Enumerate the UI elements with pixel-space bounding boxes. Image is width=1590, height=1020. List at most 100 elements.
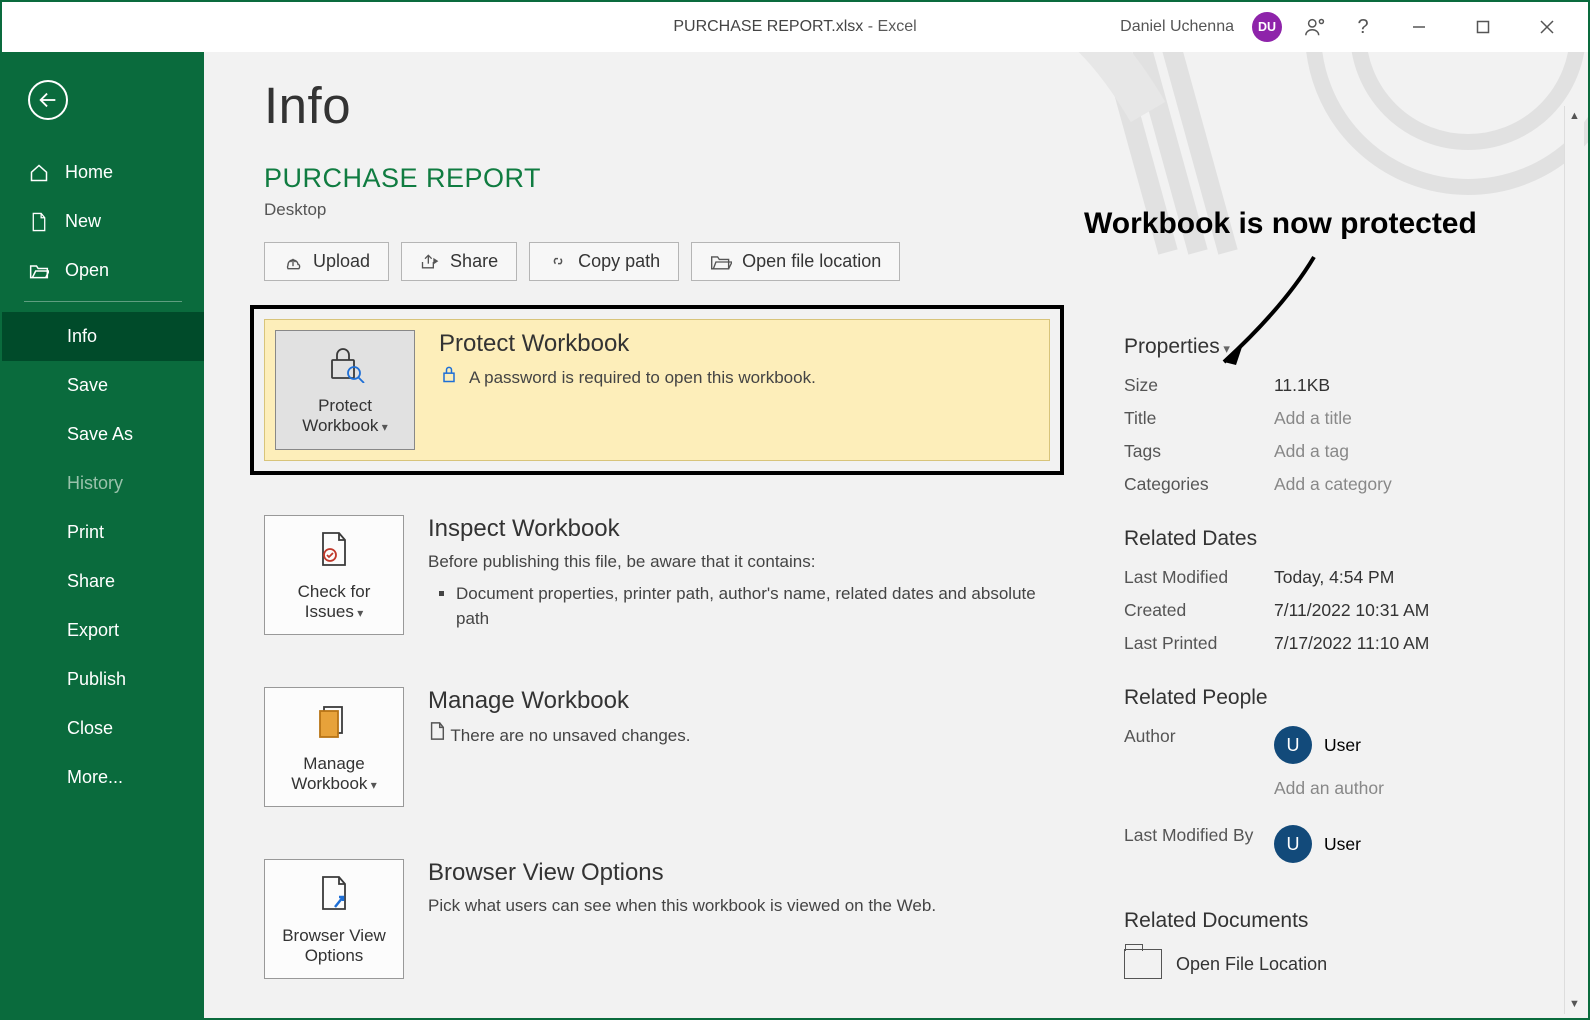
sidebar-item-home[interactable]: Home bbox=[2, 148, 204, 197]
last-printed-label: Last Printed bbox=[1124, 633, 1274, 654]
sidebar-item-save-as[interactable]: Save As bbox=[2, 410, 204, 459]
sidebar-item-history[interactable]: History bbox=[2, 459, 204, 508]
sidebar-item-more[interactable]: More... bbox=[2, 753, 204, 802]
sidebar-item-open[interactable]: Open bbox=[2, 246, 204, 295]
open-file-location-button[interactable]: Open file location bbox=[691, 242, 900, 281]
page-title: Info bbox=[264, 76, 1538, 135]
browser-view-options-button[interactable]: Browser View Options bbox=[264, 859, 404, 979]
folder-icon bbox=[1124, 949, 1162, 979]
sidebar-item-save[interactable]: Save bbox=[2, 361, 204, 410]
scroll-down-button[interactable]: ▼ bbox=[1565, 994, 1584, 1014]
manage-workbook-button[interactable]: Manage Workbook bbox=[264, 687, 404, 807]
modifier-name: User bbox=[1324, 834, 1361, 855]
sidebar-item-info[interactable]: Info bbox=[2, 312, 204, 361]
browser-view-description: Pick what users can see when this workbo… bbox=[428, 893, 1064, 919]
browser-view-title: Browser View Options bbox=[428, 859, 1064, 887]
title-bar: PURCHASE REPORT.xlsx - Excel Daniel Uche… bbox=[2, 2, 1588, 52]
inspect-section: Check for Issues Inspect Workbook Before… bbox=[264, 515, 1064, 635]
inspect-icon bbox=[315, 529, 353, 574]
browser-view-icon bbox=[315, 873, 353, 918]
last-modified-label: Last Modified bbox=[1124, 567, 1274, 588]
last-modified-by-label: Last Modified By bbox=[1124, 825, 1274, 877]
annotation-text: Workbook is now protected bbox=[1084, 207, 1477, 241]
account-manager-icon[interactable] bbox=[1300, 12, 1330, 42]
lock-icon bbox=[439, 364, 459, 392]
inspect-title: Inspect Workbook bbox=[428, 515, 1064, 543]
author-label: Author bbox=[1124, 726, 1274, 821]
last-modified-by-row[interactable]: U User bbox=[1274, 825, 1464, 863]
prop-tags-input[interactable]: Add a tag bbox=[1274, 441, 1464, 462]
folder-open-icon bbox=[710, 253, 732, 271]
related-documents-header: Related Documents bbox=[1124, 909, 1464, 933]
related-people-header: Related People bbox=[1124, 686, 1464, 710]
info-pane: Info PURCHASE REPORT Desktop Upload Shar… bbox=[204, 52, 1588, 1018]
add-author-input[interactable]: Add an author bbox=[1274, 778, 1464, 799]
sidebar-item-print[interactable]: Print bbox=[2, 508, 204, 557]
title-bar-title: PURCHASE REPORT.xlsx - Excel bbox=[673, 18, 916, 36]
excel-backstage-window: PURCHASE REPORT.xlsx - Excel Daniel Uche… bbox=[0, 0, 1590, 1020]
sidebar-separator bbox=[24, 301, 182, 302]
check-for-issues-button[interactable]: Check for Issues bbox=[264, 515, 404, 635]
dates-grid: Last Modified Today, 4:54 PM Created 7/1… bbox=[1124, 567, 1464, 654]
copy-path-button[interactable]: Copy path bbox=[529, 242, 679, 281]
manage-description: There are no unsaved changes. bbox=[450, 726, 690, 745]
scroll-up-button[interactable]: ▲ bbox=[1565, 106, 1584, 126]
close-window-button[interactable] bbox=[1524, 10, 1570, 44]
signed-in-user[interactable]: Daniel Uchenna bbox=[1120, 18, 1234, 36]
prop-title-label: Title bbox=[1124, 408, 1274, 429]
version-history-icon bbox=[428, 726, 446, 745]
related-dates-header: Related Dates bbox=[1124, 527, 1464, 551]
title-appname: Excel bbox=[878, 18, 917, 35]
help-icon[interactable]: ? bbox=[1348, 12, 1378, 42]
browser-view-section: Browser View Options Browser View Option… bbox=[264, 859, 1064, 979]
open-folder-icon bbox=[28, 262, 50, 280]
properties-header[interactable]: Properties bbox=[1124, 335, 1464, 359]
author-name: User bbox=[1324, 735, 1361, 756]
vertical-scrollbar[interactable]: ▲ ▼ bbox=[1564, 106, 1584, 1014]
prop-size-value: 11.1KB bbox=[1274, 375, 1464, 396]
annotation-highlight-frame: Protect Workbook Protect Workbook A pass… bbox=[250, 305, 1064, 475]
maximize-button[interactable] bbox=[1460, 10, 1506, 44]
sidebar-item-share[interactable]: Share bbox=[2, 557, 204, 606]
inspect-bullet-1: Document properties, printer path, autho… bbox=[456, 581, 1064, 632]
sidebar-item-close[interactable]: Close bbox=[2, 704, 204, 753]
new-file-icon bbox=[28, 212, 50, 232]
back-button[interactable] bbox=[28, 80, 68, 120]
upload-button[interactable]: Upload bbox=[264, 242, 389, 281]
properties-grid: Size 11.1KB Title Add a title Tags Add a… bbox=[1124, 375, 1464, 495]
title-filename: PURCHASE REPORT.xlsx bbox=[673, 18, 863, 35]
created-value: 7/11/2022 10:31 AM bbox=[1274, 600, 1464, 621]
file-actions-row: Upload Share Copy path Open file locatio… bbox=[264, 242, 1538, 281]
sidebar-item-publish[interactable]: Publish bbox=[2, 655, 204, 704]
backstage-sidebar: Home New Open Info Save Save As History … bbox=[2, 52, 204, 1018]
lock-search-icon bbox=[324, 345, 366, 388]
prop-tags-label: Tags bbox=[1124, 441, 1274, 462]
manage-icon bbox=[315, 701, 353, 746]
prop-size-label: Size bbox=[1124, 375, 1274, 396]
open-file-location-link[interactable]: Open File Location bbox=[1124, 949, 1464, 979]
last-printed-value: 7/17/2022 11:10 AM bbox=[1274, 633, 1464, 654]
workbook-name: PURCHASE REPORT bbox=[264, 163, 1538, 194]
author-avatar: U bbox=[1274, 726, 1312, 764]
protect-workbook-button[interactable]: Protect Workbook bbox=[275, 330, 415, 450]
link-icon bbox=[548, 253, 568, 271]
protect-workbook-panel: Protect Workbook Protect Workbook A pass… bbox=[264, 319, 1050, 461]
manage-section: Manage Workbook Manage Workbook There ar… bbox=[264, 687, 1064, 807]
inspect-description-intro: Before publishing this file, be aware th… bbox=[428, 552, 815, 571]
user-avatar[interactable]: DU bbox=[1252, 12, 1282, 42]
prop-categories-label: Categories bbox=[1124, 474, 1274, 495]
upload-icon bbox=[283, 253, 303, 271]
sidebar-item-export[interactable]: Export bbox=[2, 606, 204, 655]
protect-title: Protect Workbook bbox=[439, 330, 1039, 358]
author-row[interactable]: U User bbox=[1274, 726, 1464, 764]
share-button[interactable]: Share bbox=[401, 242, 517, 281]
prop-title-input[interactable]: Add a title bbox=[1274, 408, 1464, 429]
last-modified-value: Today, 4:54 PM bbox=[1274, 567, 1464, 588]
modifier-avatar: U bbox=[1274, 825, 1312, 863]
share-icon bbox=[420, 253, 440, 271]
home-icon bbox=[28, 163, 50, 183]
minimize-button[interactable] bbox=[1396, 10, 1442, 44]
prop-categories-input[interactable]: Add a category bbox=[1274, 474, 1464, 495]
created-label: Created bbox=[1124, 600, 1274, 621]
sidebar-item-new[interactable]: New bbox=[2, 197, 204, 246]
